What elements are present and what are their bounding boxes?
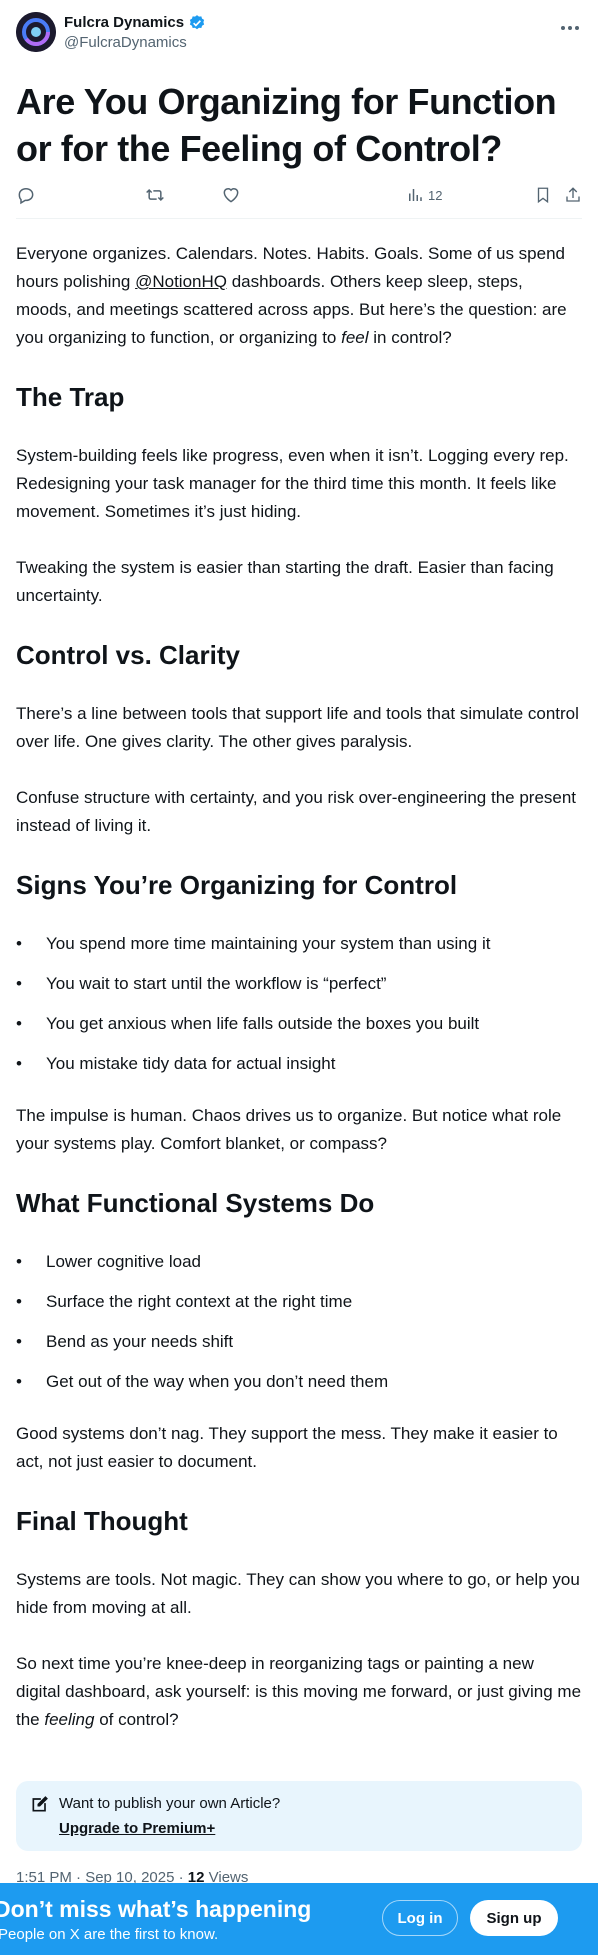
signup-button[interactable]: Sign up [470, 1900, 558, 1936]
more-options-icon[interactable] [558, 18, 582, 38]
paragraph: Systems are tools. Not magic. They can s… [16, 1570, 580, 1617]
list-item: You get anxious when life falls outside … [16, 1010, 582, 1038]
banner-subtitle: People on X are the first to know. [0, 1926, 219, 1943]
paragraph: There’s a line between tools that suppor… [16, 704, 579, 751]
list-item: Get out of the way when you don’t need t… [16, 1368, 582, 1396]
author-name[interactable]: Fulcra Dynamics [64, 13, 206, 33]
functional-list: Lower cognitive load Surface the right c… [16, 1248, 582, 1396]
reply-icon[interactable] [16, 184, 36, 206]
list-item: Lower cognitive load [16, 1248, 582, 1276]
list-item: Surface the right context at the right t… [16, 1288, 582, 1316]
list-item: Bend as your needs shift [16, 1328, 582, 1356]
article-header: Fulcra Dynamics @FulcraDynamics [16, 12, 582, 54]
article-body: Everyone organizes. Calendars. Notes. Ha… [16, 240, 582, 1762]
author-handle[interactable]: @FulcraDynamics [64, 33, 187, 53]
fulcra-logo-icon [16, 12, 56, 52]
section-heading: Final Thought [16, 1506, 188, 1536]
views-icon [409, 189, 422, 201]
premium-promo: Want to publish your own Article? Upgrad… [16, 1781, 582, 1851]
login-button[interactable]: Log in [382, 1900, 458, 1936]
signs-list: You spend more time maintaining your sys… [16, 930, 582, 1078]
share-icon[interactable] [564, 184, 582, 206]
paragraph: So next time you’re knee-deep in reorgan… [16, 1654, 582, 1729]
section-heading: Signs You’re Organizing for Control [16, 870, 458, 900]
list-item: You wait to start until the workflow is … [16, 970, 582, 998]
compose-article-icon [32, 1796, 48, 1812]
bookmark-icon[interactable] [534, 184, 552, 206]
author-name-label: Fulcra Dynamics [64, 14, 185, 31]
section-heading: What Functional Systems Do [16, 1188, 375, 1218]
divider [16, 218, 582, 219]
engagement-bar: 12 [16, 184, 582, 208]
upgrade-premium-link[interactable]: Upgrade to Premium+ [59, 1819, 215, 1839]
list-item: You mistake tidy data for actual insight [16, 1050, 582, 1078]
mention-link[interactable]: @NotionHQ [135, 272, 227, 291]
banner-title: Don’t miss what’s happening [0, 1896, 312, 1922]
paragraph: Tweaking the system is easier than start… [16, 558, 554, 605]
views-button[interactable]: 12 [406, 184, 442, 206]
like-icon[interactable] [221, 184, 241, 206]
article-title: Are You Organizing for Function or for t… [16, 81, 557, 169]
intro-paragraph: Everyone organizes. Calendars. Notes. Ha… [16, 244, 567, 347]
paragraph: Confuse structure with certainty, and yo… [16, 788, 577, 835]
paragraph: The impulse is human. Chaos drives us to… [16, 1106, 562, 1153]
promo-text: Want to publish your own Article? [59, 1795, 281, 1812]
views-count: 12 [428, 187, 443, 203]
avatar[interactable] [16, 12, 56, 52]
section-heading: Control vs. Clarity [16, 640, 240, 670]
list-item: You spend more time maintaining your sys… [16, 930, 582, 958]
paragraph: Good systems don’t nag. They support the… [16, 1424, 558, 1471]
paragraph: System-building feels like progress, eve… [16, 446, 569, 521]
signup-banner: Don’t miss what’s happening People on X … [0, 1883, 598, 1955]
section-heading: The Trap [16, 382, 125, 412]
verified-badge-icon [189, 15, 205, 30]
repost-icon[interactable] [144, 184, 166, 206]
